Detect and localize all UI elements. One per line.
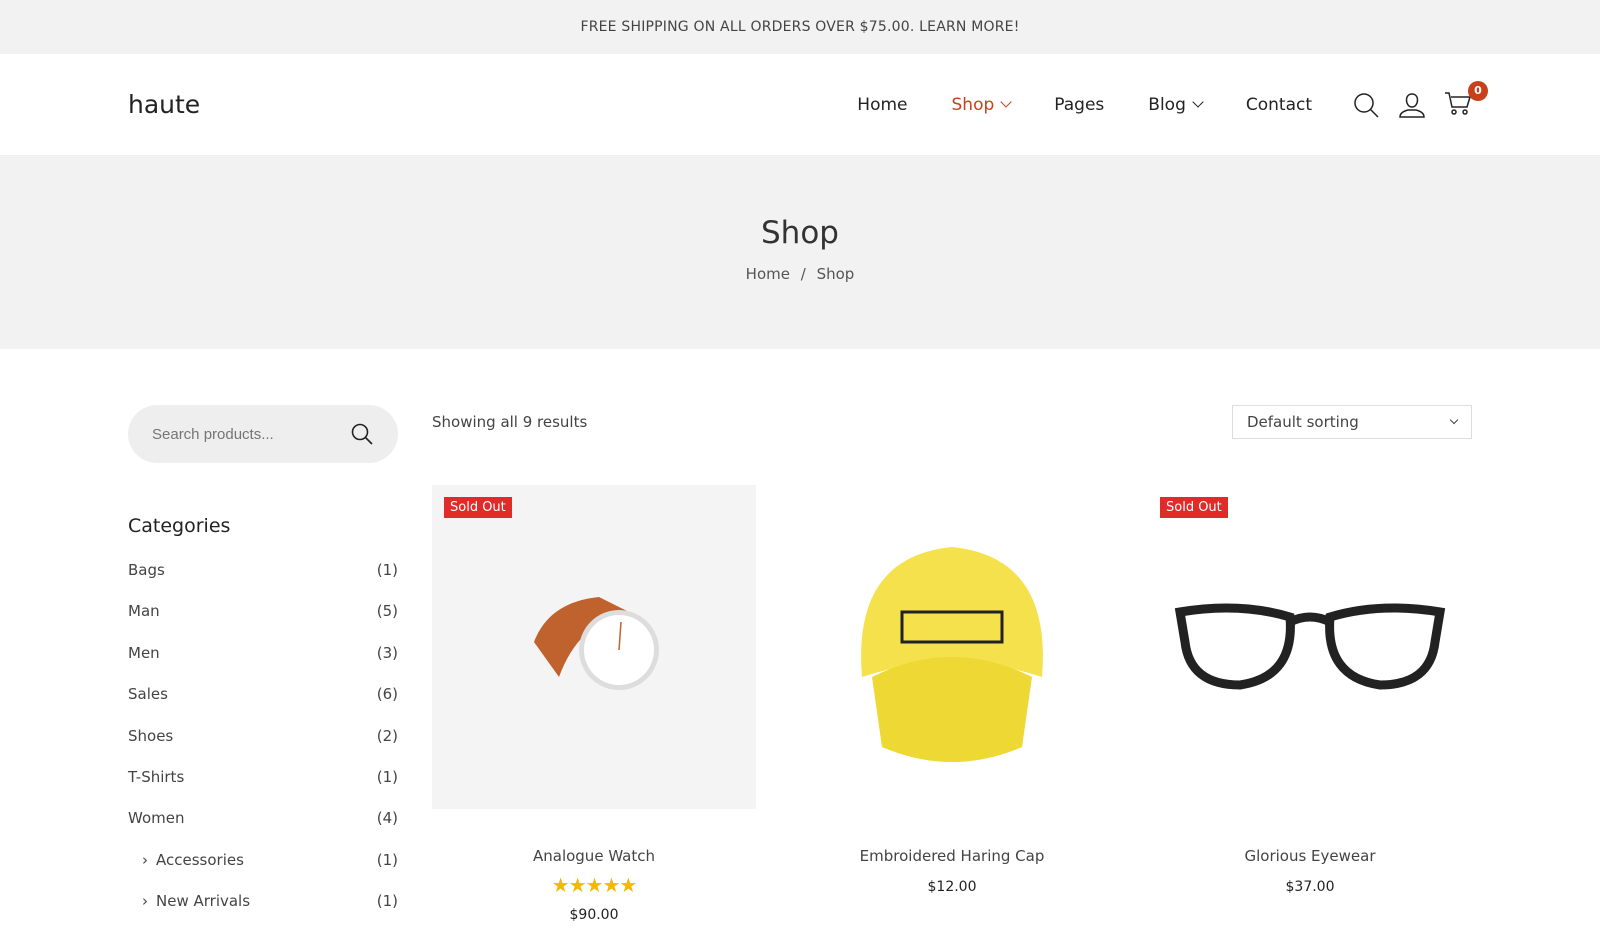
result-count: Showing all 9 results	[432, 413, 588, 431]
watch-image	[534, 597, 659, 690]
user-icon[interactable]	[1398, 91, 1426, 119]
category-count: (1)	[376, 850, 398, 869]
nav-blog[interactable]: Blog	[1148, 94, 1204, 115]
search-icon[interactable]	[350, 422, 374, 446]
category-item[interactable]: Man (5)	[128, 602, 398, 643]
site-header: haute Home Shop Pages Blog Contact 0	[0, 54, 1600, 156]
product-price: $90.00	[569, 907, 619, 923]
star-rating: ★★★★★	[551, 873, 638, 897]
product-price: $12.00	[927, 879, 977, 895]
category-name[interactable]: Accessories	[142, 851, 244, 892]
product-area: Showing all 9 results Default sorting So…	[432, 405, 1472, 934]
breadcrumb-home[interactable]: Home	[746, 265, 790, 283]
sorting-value: Default sorting	[1247, 413, 1359, 431]
sold-out-badge: Sold Out	[1160, 497, 1228, 518]
category-item[interactable]: Sales (6)	[128, 685, 398, 726]
product-image[interactable]: Sold Out	[432, 485, 756, 809]
breadcrumb: Home / Shop	[746, 265, 855, 283]
nav-pages[interactable]: Pages	[1054, 95, 1104, 115]
search-input[interactable]	[152, 425, 332, 443]
category-count: (3)	[376, 643, 398, 662]
page-title: Shop	[761, 214, 839, 251]
product-name[interactable]: Glorious Eyewear	[1148, 847, 1472, 865]
category-name[interactable]: T-Shirts	[128, 768, 184, 809]
page-hero: Shop Home / Shop	[0, 156, 1600, 349]
product-image[interactable]: Sold Out	[1148, 485, 1472, 809]
category-item[interactable]: Men (3)	[128, 644, 398, 685]
search-icon[interactable]	[1352, 91, 1380, 119]
product-price: $37.00	[1285, 879, 1335, 895]
category-count: (6)	[376, 685, 398, 704]
product-grid: Sold Out Analogue Watch ★★★★★ $90.00 Emb…	[432, 485, 1472, 923]
category-item[interactable]: New Arrivals (1)	[128, 892, 398, 933]
category-name[interactable]: New Arrivals	[142, 892, 250, 933]
promo-bar[interactable]: FREE SHIPPING ON ALL ORDERS OVER $75.00.…	[0, 0, 1600, 54]
product-name[interactable]: Embroidered Haring Cap	[790, 847, 1114, 865]
logo[interactable]: haute	[128, 90, 857, 119]
nav-blog-label: Blog	[1148, 94, 1186, 115]
category-count: (2)	[376, 726, 398, 745]
eyewear-image	[1174, 603, 1446, 690]
category-name[interactable]: Bags	[128, 561, 165, 602]
product-card[interactable]: Embroidered Haring Cap $12.00	[790, 485, 1114, 923]
chevron-down-icon	[1000, 95, 1012, 108]
category-count: (1)	[376, 561, 398, 579]
product-card[interactable]: Sold Out Analogue Watch ★★★★★ $90.00	[432, 485, 756, 923]
cap-image	[861, 547, 1043, 762]
category-count: (4)	[376, 809, 398, 828]
category-item[interactable]: Women (4)	[128, 809, 398, 850]
product-name[interactable]: Analogue Watch	[432, 847, 756, 865]
sold-out-badge: Sold Out	[444, 497, 512, 518]
search-box	[128, 405, 398, 463]
category-count: (1)	[376, 767, 398, 786]
category-name[interactable]: Women	[128, 809, 184, 850]
sidebar: Categories Bags (1) Man (5) Men (3) Sales (6) Sh…	[128, 405, 398, 934]
category-name[interactable]: Shoes	[128, 727, 173, 768]
product-card[interactable]: Sold Out Glorious Eyewear $37.00	[1148, 485, 1472, 923]
category-item[interactable]: Shoes (2)	[128, 727, 398, 768]
main-nav: Home Shop Pages Blog Contact	[857, 95, 1312, 115]
breadcrumb-current: Shop	[816, 264, 855, 283]
category-name[interactable]: Man	[128, 602, 160, 643]
sorting-select[interactable]: Default sorting	[1232, 405, 1472, 439]
category-name[interactable]: Sales	[128, 685, 168, 726]
category-item[interactable]: Bags (1)	[128, 561, 398, 602]
category-count: (1)	[376, 892, 398, 911]
category-item[interactable]: T-Shirts (1)	[128, 768, 398, 809]
breadcrumb-separator: /	[800, 264, 806, 283]
category-name[interactable]: Men	[128, 644, 160, 685]
category-count: (5)	[376, 602, 398, 621]
cart-count-badge: 0	[1468, 80, 1488, 101]
nav-home[interactable]: Home	[857, 95, 907, 115]
promo-text[interactable]: FREE SHIPPING ON ALL ORDERS OVER $75.00.…	[580, 19, 1019, 35]
categories-title: Categories	[128, 515, 231, 537]
chevron-down-icon	[1449, 415, 1459, 425]
nav-shop[interactable]: Shop	[951, 94, 1012, 115]
chevron-down-icon	[1192, 95, 1204, 108]
category-item[interactable]: Accessories (1)	[128, 851, 398, 892]
nav-shop-label: Shop	[951, 94, 995, 115]
nav-contact[interactable]: Contact	[1246, 95, 1312, 115]
cart-button[interactable]: 0	[1444, 80, 1488, 121]
product-image[interactable]	[790, 485, 1114, 809]
